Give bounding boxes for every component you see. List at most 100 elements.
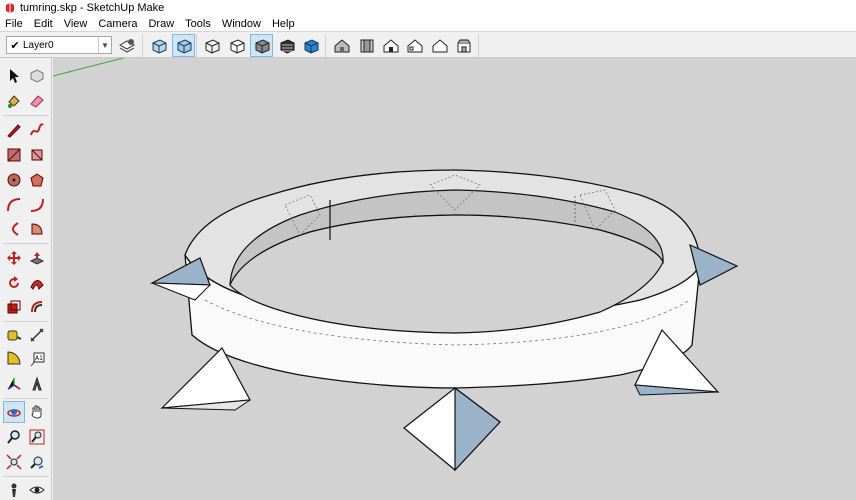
menu-help[interactable]: Help: [267, 18, 301, 30]
wireframe-style-button[interactable]: [200, 34, 223, 57]
back-edges-style-button[interactable]: [172, 34, 195, 57]
back-edges-style-icon: [177, 38, 191, 54]
axes-tool-button[interactable]: [3, 373, 25, 395]
text-label-icon: A1: [30, 352, 45, 367]
orbit-tool-button[interactable]: [3, 401, 25, 423]
offset-tool-button[interactable]: [26, 296, 48, 318]
follow-me-button[interactable]: [26, 272, 48, 294]
zoom-window-button[interactable]: [26, 426, 48, 448]
top-view-button[interactable]: [355, 34, 378, 57]
make-component-button[interactable]: [26, 65, 48, 87]
polygon-tool-button[interactable]: [26, 169, 48, 191]
protractor-button[interactable]: [3, 348, 25, 370]
xray-style-icon: [152, 38, 166, 54]
tool-separator: [3, 243, 49, 244]
left-view-icon: [457, 39, 470, 52]
line-tool-button[interactable]: [3, 119, 25, 141]
back-view-button[interactable]: [428, 34, 451, 57]
right-view-icon: [407, 38, 422, 52]
shaded-style-icon: [255, 38, 269, 54]
rotated-rectangle-button[interactable]: [26, 144, 48, 166]
left-view-button[interactable]: [452, 34, 475, 57]
right-view-button[interactable]: [403, 34, 426, 57]
hidden-line-style-icon: [230, 38, 244, 54]
iso-view-button[interactable]: [330, 34, 353, 57]
model-viewport[interactable]: [53, 58, 856, 500]
arrow-cursor-icon: [10, 69, 19, 83]
previous-view-icon: [30, 456, 44, 469]
previous-view-button[interactable]: [26, 451, 48, 473]
tape-measure-icon: [7, 330, 22, 341]
tool-separator: [3, 115, 49, 116]
dimension-tool-button[interactable]: [26, 324, 48, 346]
rotate-tool-button[interactable]: [3, 272, 25, 294]
offset-icon: [31, 301, 43, 313]
3d-text-icon: [32, 376, 42, 391]
scale-tool-button[interactable]: [3, 296, 25, 318]
component-icon: [30, 69, 44, 83]
menu-draw[interactable]: Draw: [143, 18, 180, 30]
move-icon: [7, 251, 21, 265]
layer-dropdown[interactable]: ✔ Layer0 ▼: [6, 36, 112, 54]
dimension-icon: [30, 328, 44, 342]
menu-camera[interactable]: Camera: [93, 18, 143, 30]
menu-window[interactable]: Window: [217, 18, 267, 30]
svg-text:A1: A1: [35, 355, 43, 362]
window-title: tumring.skp - SketchUp Make: [20, 2, 165, 14]
eraser-icon: [30, 95, 44, 108]
tool-separator: [3, 476, 49, 477]
arc-icon: [7, 198, 21, 212]
shaded-style-button[interactable]: [250, 34, 273, 57]
freehand-tool-button[interactable]: [26, 119, 48, 141]
shaded-textures-style-button[interactable]: [275, 34, 298, 57]
select-tool-button[interactable]: [3, 65, 25, 87]
follow-me-icon: [30, 280, 44, 290]
hand-icon: [31, 405, 42, 419]
xray-style-button[interactable]: [147, 34, 170, 57]
pan-tool-button[interactable]: [26, 401, 48, 423]
monochrome-style-button[interactable]: [299, 34, 322, 57]
arc-tool-button[interactable]: [3, 194, 25, 216]
title-bar: tumring.skp - SketchUp Make: [0, 0, 856, 16]
toolbar-divider: [325, 34, 326, 57]
toolbar-divider: [478, 34, 479, 57]
push-pull-icon: [29, 252, 45, 265]
freehand-icon: [30, 123, 44, 136]
3d-text-button[interactable]: [26, 373, 48, 395]
circle-tool-button[interactable]: [3, 169, 25, 191]
tool-separator: [3, 321, 49, 322]
layer-manager-button[interactable]: [115, 34, 138, 57]
menu-file[interactable]: File: [0, 18, 29, 30]
chevron-down-icon[interactable]: ▼: [98, 37, 111, 53]
menu-edit[interactable]: Edit: [29, 18, 59, 30]
position-camera-button[interactable]: [3, 479, 25, 500]
large-tool-set: A1: [0, 58, 52, 500]
move-tool-button[interactable]: [3, 247, 25, 269]
zoom-extents-button[interactable]: [3, 451, 25, 473]
menu-view[interactable]: View: [59, 18, 94, 30]
tape-measure-button[interactable]: [3, 324, 25, 346]
push-pull-button[interactable]: [26, 247, 48, 269]
hidden-line-style-button[interactable]: [225, 34, 248, 57]
eraser-button[interactable]: [26, 90, 48, 112]
wireframe-style-icon: [205, 38, 219, 54]
paint-bucket-button[interactable]: [3, 90, 25, 112]
front-view-button[interactable]: [379, 34, 402, 57]
orbit-icon: [7, 409, 21, 417]
pie-tool-button[interactable]: [26, 218, 48, 240]
text-tool-button[interactable]: A1: [26, 348, 48, 370]
scale-icon: [7, 300, 21, 314]
tool-separator: [3, 398, 49, 399]
rotate-icon: [9, 276, 19, 288]
zoom-tool-button[interactable]: [3, 426, 25, 448]
three-point-arc-button[interactable]: [3, 218, 25, 240]
three-point-arc-icon: [12, 222, 19, 236]
toolbar-divider: [196, 34, 197, 57]
green-axis-line: [53, 58, 126, 77]
two-point-arc-button[interactable]: [26, 194, 48, 216]
menu-tools[interactable]: Tools: [180, 18, 217, 30]
rectangle-tool-button[interactable]: [3, 144, 25, 166]
current-layer-name: Layer0: [23, 39, 54, 51]
paint-bucket-icon: [8, 95, 20, 108]
look-around-button[interactable]: [26, 479, 48, 500]
